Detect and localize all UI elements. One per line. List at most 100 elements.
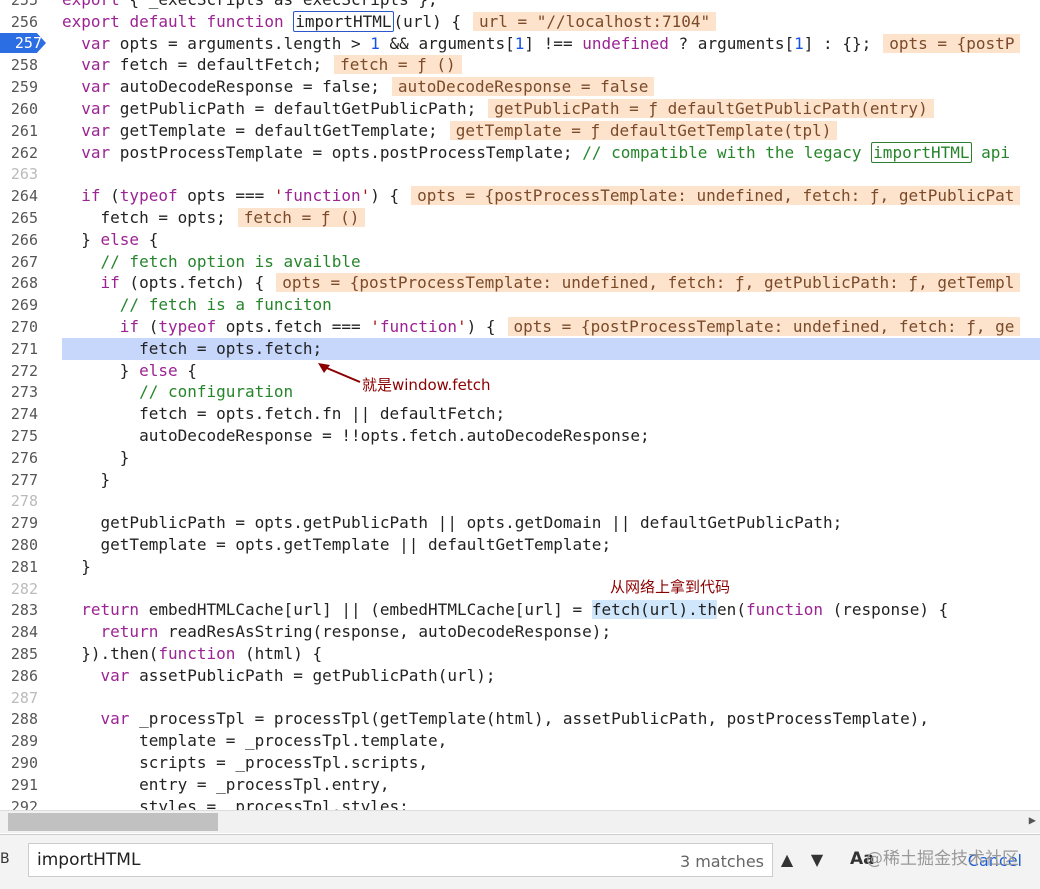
code-line[interactable]: 280 getTemplate = opts.getTemplate || de… — [0, 534, 1040, 556]
inline-value-badge: fetch = ƒ () — [334, 55, 462, 75]
code-line[interactable]: 255 export { _execScripts as execScripts … — [0, 0, 1040, 11]
line-number[interactable]: 272 — [0, 360, 38, 382]
code-line[interactable]: 272 } else { — [0, 360, 1040, 382]
line-number[interactable]: 276 — [0, 447, 38, 469]
code-line[interactable]: 263 — [0, 163, 1040, 185]
code-line[interactable]: 266 } else { — [0, 229, 1040, 251]
code-text: styles = _processTpl.styles; — [62, 796, 409, 810]
line-number[interactable]: 260 — [0, 98, 38, 120]
code-text: autoDecodeResponse = !!opts.fetch.autoDe… — [62, 426, 650, 445]
code-line[interactable]: 256 export default function importHTML (ur… — [0, 10, 1040, 33]
code-editor[interactable]: 255 export { _execScripts as execScripts … — [0, 0, 1040, 810]
line-number[interactable]: 289 — [0, 730, 38, 752]
line-number[interactable]: 278 — [0, 490, 38, 512]
code-line[interactable]: 274 fetch = opts.fetch.fn || defaultFetc… — [0, 403, 1040, 425]
inline-value-badge: opts = {postP — [883, 33, 1021, 53]
scroll-right-icon[interactable]: ▶ — [1029, 813, 1036, 827]
code-line[interactable]: 275 autoDecodeResponse = !!opts.fetch.au… — [0, 425, 1040, 447]
line-number[interactable]: 285 — [0, 643, 38, 665]
find-query[interactable]: importHTML — [37, 850, 140, 870]
line-number[interactable]: 284 — [0, 621, 38, 643]
scrollbar-thumb[interactable] — [8, 813, 218, 831]
line-number[interactable]: 290 — [0, 752, 38, 774]
chevron-up-icon: ▲ — [780, 850, 794, 869]
code-line[interactable]: 283 return embedHTMLCache[url] || (embed… — [0, 599, 1040, 621]
code-line[interactable]: 264 if (typeof opts === 'function') {opt… — [0, 185, 1040, 207]
code-text: } — [62, 447, 130, 467]
line-number[interactable]: 280 — [0, 534, 38, 556]
line-number[interactable]: 291 — [0, 774, 38, 796]
code-line[interactable]: 290 scripts = _processTpl.scripts, — [0, 752, 1040, 774]
line-number[interactable]: 281 — [0, 556, 38, 578]
code-line[interactable]: 267 // fetch option is availble — [0, 251, 1040, 273]
line-number[interactable]: 271 — [0, 338, 38, 360]
code-line[interactable]: 284 return readResAsString(response, aut… — [0, 621, 1040, 643]
line-number[interactable]: 275 — [0, 425, 38, 447]
code-line[interactable]: 262 var postProcessTemplate = opts.postP… — [0, 141, 1040, 164]
code-line[interactable]: 289 template = _processTpl.template, — [0, 730, 1040, 752]
line-number[interactable]: 267 — [0, 251, 38, 273]
code-text: // configuration — [139, 382, 294, 402]
code-line[interactable]: 286 var assetPublicPath = getPublicPath(… — [0, 665, 1040, 687]
line-number[interactable]: 292 — [0, 796, 38, 810]
line-number[interactable]: 264 — [0, 185, 38, 207]
code-line[interactable]: 268 if (opts.fetch) {opts = {postProcess… — [0, 272, 1040, 294]
code-text: var assetPublicPath = getPublicPath(url)… — [100, 665, 496, 685]
code-text: } — [62, 469, 111, 489]
current-line-marker[interactable]: 257 — [0, 33, 46, 53]
line-number[interactable]: 288 — [0, 708, 38, 730]
line-number[interactable]: 286 — [0, 665, 38, 687]
line-number[interactable]: 273 — [0, 381, 38, 403]
line-number[interactable]: 274 — [0, 403, 38, 425]
code-text: fetch = opts; fetch = ƒ () — [62, 207, 366, 229]
code-text: }).then(function (html) { — [62, 644, 323, 663]
code-line[interactable]: 260 var getPublicPath = defaultGetPublic… — [0, 98, 1040, 120]
code-text: var fetch = defaultFetch; fetch = ƒ () — [62, 54, 462, 76]
line-number[interactable]: 270 — [0, 316, 38, 338]
code-text: return readResAsString(response, autoDec… — [100, 622, 612, 642]
code-line[interactable]: 288 var _processTpl = processTpl(getTemp… — [0, 708, 1040, 730]
code-line[interactable]: 270 if (typeof opts.fetch === 'function'… — [0, 316, 1040, 338]
code-line[interactable]: 277 } — [0, 469, 1040, 491]
line-number[interactable]: 282 — [0, 578, 38, 600]
code-line[interactable]: 281 } — [0, 556, 1040, 578]
next-match-button[interactable]: ▼ — [802, 843, 832, 877]
code-line[interactable]: 273 // configuration — [0, 381, 1040, 403]
line-number[interactable]: 261 — [0, 120, 38, 142]
code-line[interactable]: 261 var getTemplate = defaultGetTemplate… — [0, 120, 1040, 142]
code-line[interactable]: 259 var autoDecodeResponse = false; autoD… — [0, 76, 1040, 98]
code-line[interactable]: 287 — [0, 687, 1040, 709]
code-text: if (opts.fetch) {opts = {postProcessTemp… — [62, 272, 1021, 294]
line-number[interactable]: 277 — [0, 469, 38, 491]
line-number[interactable]: 255 — [0, 0, 38, 11]
code-line[interactable]: 276 } — [0, 447, 1040, 469]
line-number[interactable]: 258 — [0, 54, 38, 76]
code-text: var autoDecodeResponse = false; autoDecod… — [62, 76, 655, 98]
code-line[interactable]: 278 — [0, 490, 1040, 512]
line-number[interactable]: 256 — [0, 11, 38, 33]
code-line[interactable]: 291 entry = _processTpl.entry, — [0, 774, 1040, 796]
line-number[interactable]: 259 — [0, 76, 38, 98]
horizontal-scrollbar[interactable]: ▶ — [0, 810, 1040, 833]
code-line[interactable]: 292 styles = _processTpl.styles; — [0, 796, 1040, 810]
previous-match-button[interactable]: ▲ — [772, 843, 802, 877]
code-line[interactable]: 269 // fetch is a funciton — [0, 294, 1040, 316]
line-number[interactable]: 266 — [0, 229, 38, 251]
code-line[interactable]: 265 fetch = opts; fetch = ƒ () — [0, 207, 1040, 229]
line-number[interactable]: 279 — [0, 512, 38, 534]
line-number[interactable]: 265 — [0, 207, 38, 229]
code-line[interactable]: 285 }).then(function (html) { — [0, 643, 1040, 665]
code-line[interactable]: 282 — [0, 578, 1040, 600]
code-line[interactable]: 258 var fetch = defaultFetch; fetch = ƒ (… — [0, 54, 1040, 76]
line-number[interactable]: 287 — [0, 687, 38, 709]
code-line[interactable]: 271 fetch = opts.fetch; — [0, 337, 1040, 360]
line-number[interactable]: 268 — [0, 272, 38, 294]
line-number[interactable]: 283 — [0, 599, 38, 621]
find-input[interactable]: importHTML 3 matches — [28, 843, 773, 877]
line-number[interactable]: 262 — [0, 142, 38, 164]
line-number[interactable]: 263 — [0, 163, 38, 185]
code-line[interactable]: 257 var opts = arguments.length > 1 && a… — [0, 33, 1040, 55]
line-number[interactable]: 269 — [0, 294, 38, 316]
code-line[interactable]: 279 getPublicPath = opts.getPublicPath |… — [0, 512, 1040, 534]
code-text: var _processTpl = processTpl(getTemplate… — [100, 709, 929, 729]
